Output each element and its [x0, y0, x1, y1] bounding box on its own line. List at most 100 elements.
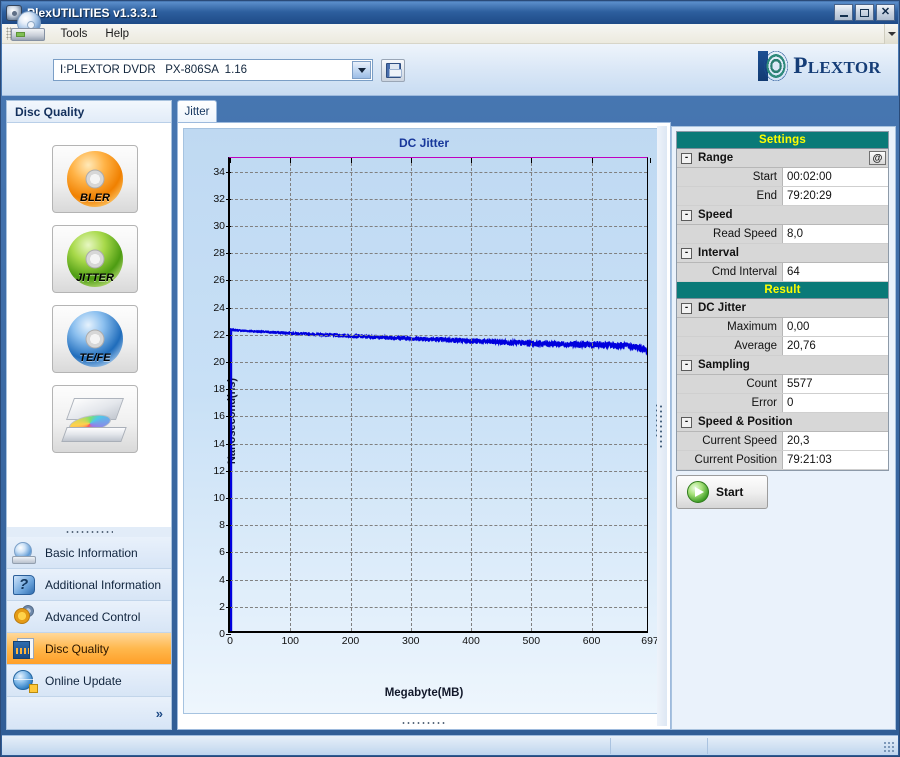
collapse-toggle-icon[interactable]: - [681, 359, 692, 371]
gears-icon [12, 604, 38, 629]
property-value[interactable]: 20,76 [783, 337, 888, 355]
chevron-down-icon [357, 67, 366, 73]
chart-bottom-grip[interactable] [178, 721, 670, 725]
gridline-horizontal [230, 198, 647, 200]
collapse-toggle-icon[interactable]: - [681, 152, 692, 164]
y-tick-mark [226, 334, 231, 336]
minimize-button[interactable] [834, 4, 853, 21]
group-label: Range [698, 152, 734, 164]
gridline-vertical [290, 158, 292, 631]
group-label: Sampling [698, 359, 750, 371]
plot-area: DC Jitter Nanosecond(ns) Megabyte(MB) 02… [183, 128, 665, 714]
save-button[interactable] [381, 59, 405, 82]
status-divider [610, 738, 611, 754]
group-row-dc-jitter[interactable]: - DC Jitter [677, 299, 888, 318]
panel-splitter-grip[interactable] [7, 527, 171, 537]
drive-selector[interactable]: I:PLEXTOR DVDR PX-806SA 1.16 [53, 59, 373, 81]
sidebar-item-label: Advanced Control [45, 609, 141, 624]
resize-grip-icon[interactable] [883, 741, 895, 753]
x-axis-tick: 400 [462, 635, 480, 647]
test-buttons-area: BLER JITTER TE/FE [7, 123, 171, 527]
window-controls: ✕ [834, 4, 895, 21]
y-tick-mark [226, 416, 231, 418]
bler-test-button[interactable]: BLER [52, 145, 138, 213]
group-row-sampling[interactable]: - Sampling [677, 356, 888, 375]
property-value[interactable]: 79:20:29 [783, 187, 888, 205]
y-tick-mark [226, 606, 231, 608]
close-button[interactable]: ✕ [876, 4, 895, 21]
x-axis-tick: 100 [281, 635, 300, 647]
plextor-wordmark: PLEXTOR [793, 53, 881, 78]
property-row: Start 00:02:00 [677, 168, 888, 187]
property-key: Count [677, 375, 783, 393]
property-value[interactable]: 00:02:00 [783, 168, 888, 186]
y-tick-mark [226, 198, 231, 200]
gridline-horizontal [230, 606, 647, 608]
y-tick-mark [226, 362, 231, 363]
property-row: Current Position 79:21:03 [677, 451, 888, 470]
sidebar-expand-button[interactable]: » [7, 697, 171, 729]
sidebar-item-label: Basic Information [45, 545, 138, 560]
jitter-test-button[interactable]: JITTER [52, 225, 138, 293]
property-value[interactable]: 5577 [783, 375, 888, 393]
menu-item-tools[interactable]: Tools [53, 26, 96, 42]
sidebar-item-label: Online Update [45, 673, 122, 688]
y-tick-mark [226, 226, 231, 227]
property-value[interactable]: 79:21:03 [783, 451, 888, 469]
chart-series-dc-jitter [230, 158, 647, 631]
x-tick-mark [230, 158, 231, 163]
settings-result-table: Settings - Range @ Start 00:02:00 End 79:20:29-… [676, 131, 889, 471]
property-value[interactable]: 20,3 [783, 432, 888, 450]
property-value[interactable]: 8,0 [783, 225, 888, 243]
drive-test-button[interactable] [52, 385, 138, 453]
drive-combo-box[interactable]: I:PLEXTOR DVDR PX-806SA 1.16 [53, 59, 373, 81]
sidebar-item-basic-information[interactable]: Basic Information [7, 537, 171, 569]
sidebar-item-label: Disc Quality [45, 641, 110, 656]
y-tick-mark [226, 253, 231, 255]
tab-strip: Jitter [177, 100, 671, 122]
plextor-logo: PLEXTOR [758, 51, 881, 81]
property-value[interactable]: 64 [783, 263, 888, 281]
jitter-disc-icon: JITTER [67, 231, 123, 287]
collapse-toggle-icon[interactable]: - [681, 247, 692, 259]
group-row-interval[interactable]: - Interval [677, 244, 888, 263]
menubar-overflow-button[interactable] [884, 24, 898, 44]
start-button[interactable]: Start [676, 475, 768, 509]
settings-section-header: Settings [677, 132, 888, 149]
range-at-button[interactable]: @ [869, 151, 886, 165]
gridline-horizontal [230, 226, 647, 227]
menu-item-help[interactable]: Help [97, 26, 137, 42]
group-row-speed-position[interactable]: - Speed & Position [677, 413, 888, 432]
collapse-toggle-icon[interactable]: - [681, 416, 692, 428]
group-row-range[interactable]: - Range @ [677, 149, 888, 168]
disc-drive-icon [12, 541, 38, 565]
maximize-button[interactable] [855, 4, 874, 21]
collapse-toggle-icon[interactable]: - [681, 302, 692, 314]
x-axis-tick: 0 [227, 635, 233, 647]
property-row: Error 0 [677, 394, 888, 413]
property-row: Count 5577 [677, 375, 888, 394]
question-book-icon [12, 573, 38, 597]
property-key: Read Speed [677, 225, 783, 243]
property-value[interactable]: 0 [783, 394, 888, 412]
sidebar-item-disc-quality[interactable]: Disc Quality [7, 633, 171, 665]
chart-title: DC Jitter [398, 136, 449, 150]
sidebar-item-advanced-control[interactable]: Advanced Control [7, 601, 171, 633]
status-divider [707, 738, 708, 754]
start-button-label: Start [716, 485, 744, 499]
property-row: Maximum 0,00 [677, 318, 888, 337]
group-row-speed[interactable]: - Speed [677, 206, 888, 225]
tefe-test-button[interactable]: TE/FE [52, 305, 138, 373]
collapse-toggle-icon[interactable]: - [681, 209, 692, 221]
sidebar-item-additional-information[interactable]: Additional Information [7, 569, 171, 601]
vertical-splitter[interactable] [657, 126, 667, 726]
drive-combo-arrow[interactable] [352, 61, 371, 79]
tab-jitter[interactable]: Jitter [177, 100, 217, 122]
property-value[interactable]: 0,00 [783, 318, 888, 336]
y-tick-mark [226, 525, 231, 527]
x-axis-tick: 300 [402, 635, 420, 647]
sidebar-item-online-update[interactable]: Online Update [7, 665, 171, 697]
menu-bar: File Tools Help [2, 24, 898, 44]
x-axis-tick: 500 [522, 635, 541, 647]
x-tick-mark [531, 158, 533, 163]
